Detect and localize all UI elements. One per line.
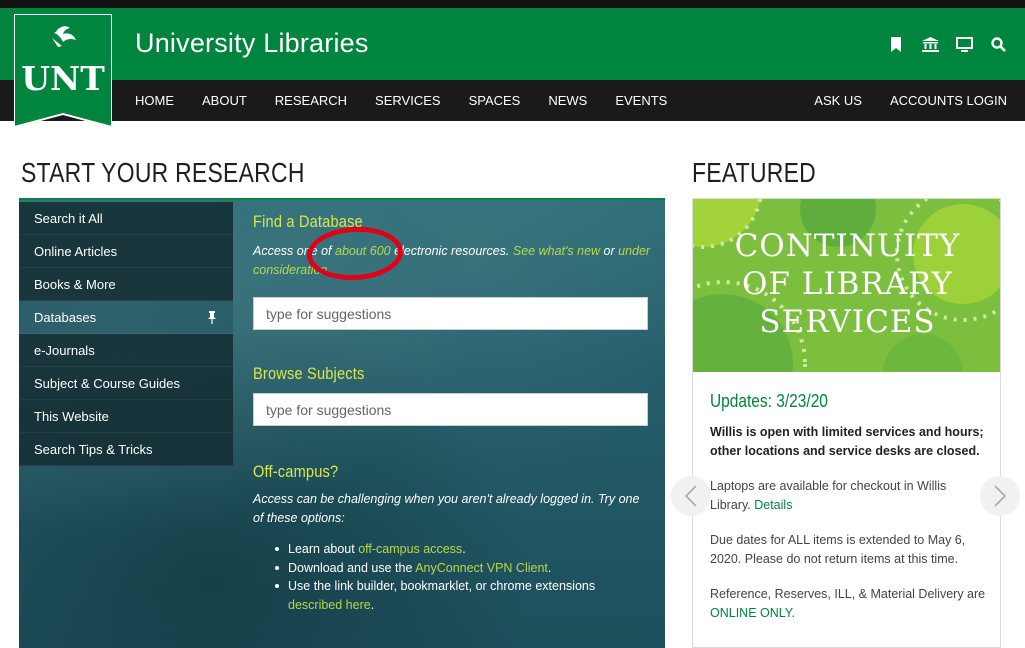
featured-laptops-text: Laptops are available for checkout in Wi…	[710, 477, 990, 514]
featured-card: CONTINUITY OF LIBRARY SERVICES Updates: …	[692, 198, 1001, 648]
side-item-e-journals[interactable]: e-Journals	[19, 334, 233, 367]
side-item-subject-course-guides[interactable]: Subject & Course Guides	[19, 367, 233, 400]
research-side-nav: Search it All Online Articles Books & Mo…	[19, 202, 233, 466]
side-item-search-it-all[interactable]: Search it All	[19, 202, 233, 235]
nav-item-ask-us[interactable]: ASK US	[800, 80, 876, 121]
subject-search-input[interactable]	[253, 393, 648, 426]
side-item-this-website[interactable]: This Website	[19, 400, 233, 433]
side-item-databases[interactable]: Databases	[19, 301, 233, 334]
featured-image-title: CONTINUITY OF LIBRARY SERVICES	[693, 227, 1000, 341]
described-here-link[interactable]: described here	[288, 598, 371, 612]
side-item-online-articles[interactable]: Online Articles	[19, 235, 233, 268]
browse-subjects-section: Browse Subjects	[253, 364, 653, 384]
nav-item-news[interactable]: NEWS	[534, 80, 601, 121]
monitor-icon[interactable]	[955, 35, 973, 53]
featured-image[interactable]: CONTINUITY OF LIBRARY SERVICES	[693, 199, 1000, 372]
pin-icon[interactable]	[207, 301, 217, 334]
option-vpn-text: Download and use the	[288, 560, 416, 575]
off-campus-heading: Off-campus?	[253, 462, 339, 481]
carousel-prev-button[interactable]	[671, 476, 711, 516]
off-campus-options: Learn about off-campus access. Download …	[271, 540, 631, 614]
option-link-builder-end: .	[370, 597, 375, 612]
featured-title-line-1: CONTINUITY	[734, 228, 961, 264]
option-link-builder: Use the link builder, bookmarklet, or ch…	[271, 577, 631, 614]
side-item-books-more[interactable]: Books & More	[19, 268, 233, 301]
featured-title-line-3: SERVICES	[759, 304, 936, 340]
top-strip	[0, 0, 1025, 8]
nav-right: ASK US ACCOUNTS LOGIN	[800, 80, 1021, 121]
whats-new-link[interactable]: See what's new	[513, 244, 600, 258]
research-heading: START YOUR RESEARCH	[21, 157, 305, 188]
option-learn-text: Learn about	[288, 542, 359, 556]
off-campus-access-link[interactable]: off-campus access	[358, 542, 462, 556]
featured-heading: FEATURED	[692, 157, 816, 188]
find-db-text-end: .	[327, 263, 331, 277]
side-item-databases-label: Databases	[34, 310, 97, 325]
option-link-builder-text: Use the link builder, bookmarklet, or ch…	[288, 579, 596, 593]
option-vpn: Download and use the AnyConnect VPN Clie…	[271, 559, 631, 578]
about-600-link[interactable]: about 600	[335, 244, 391, 258]
research-panel: Search it All Online Articles Books & Mo…	[19, 198, 665, 648]
nav-item-home[interactable]: HOME	[135, 80, 188, 121]
nav-item-spaces[interactable]: SPACES	[455, 80, 535, 121]
reference-text: Reference, Reserves, ILL, & Material Del…	[710, 587, 986, 601]
logo-text: UNT	[21, 59, 105, 98]
featured-reference-text: Reference, Reserves, ILL, & Material Del…	[710, 585, 990, 622]
option-vpn-end: .	[547, 560, 552, 575]
utility-icons	[887, 35, 1007, 53]
featured-update-title: Updates: 3/23/20	[710, 391, 828, 411]
nav-left: HOME ABOUT RESEARCH SERVICES SPACES NEWS…	[135, 80, 681, 121]
find-database-text: Access one of about 600 electronic resou…	[253, 242, 653, 280]
site-header: University Libraries	[0, 0, 1025, 80]
off-campus-text: Access can be challenging when you aren'…	[253, 492, 640, 525]
find-db-text-mid: electronic resources.	[390, 244, 513, 258]
bookmark-icon[interactable]	[887, 35, 905, 53]
find-database-section: Find a Database	[253, 212, 653, 232]
find-db-text-pre: Access one of	[253, 244, 335, 258]
laptops-text: Laptops are available for checkout in Wi…	[710, 479, 947, 512]
option-learn-end: .	[462, 542, 466, 556]
option-learn-about: Learn about off-campus access.	[271, 540, 631, 559]
institution-icon[interactable]	[921, 35, 939, 53]
featured-title-line-2: OF LIBRARY	[742, 266, 953, 302]
carousel-next-button[interactable]	[980, 476, 1020, 516]
browse-subjects-heading: Browse Subjects	[253, 364, 365, 383]
featured-due-dates-text: Due dates for ALL items is extended to M…	[710, 533, 966, 566]
site-title[interactable]: University Libraries	[135, 28, 369, 59]
nav-item-about[interactable]: ABOUT	[188, 80, 261, 121]
main-nav: HOME ABOUT RESEARCH SERVICES SPACES NEWS…	[0, 80, 1025, 121]
anyconnect-vpn-link[interactable]: AnyConnect VPN Client	[415, 561, 548, 575]
find-db-text-or: or	[600, 244, 619, 258]
panel-topline	[19, 198, 665, 200]
find-database-heading: Find a Database	[253, 212, 363, 231]
featured-notice: Willis is open with limited services and…	[710, 425, 984, 458]
nav-item-events[interactable]: EVENTS	[601, 80, 681, 121]
chevron-right-icon	[994, 485, 1007, 507]
chevron-left-icon	[684, 485, 697, 507]
featured-body: Willis is open with limited services and…	[710, 423, 990, 639]
side-item-search-tips[interactable]: Search Tips & Tricks	[19, 433, 233, 466]
nav-item-services[interactable]: SERVICES	[361, 80, 455, 121]
unt-logo[interactable]: UNT	[13, 13, 113, 129]
nav-item-research[interactable]: RESEARCH	[261, 80, 361, 121]
online-only-link[interactable]: ONLINE ONLY	[710, 606, 792, 620]
details-link[interactable]: Details	[754, 498, 792, 512]
database-search-input[interactable]	[253, 297, 648, 330]
reference-end: .	[791, 605, 795, 620]
off-campus-section: Off-campus?	[253, 462, 653, 482]
nav-item-accounts-login[interactable]: ACCOUNTS LOGIN	[876, 80, 1021, 121]
search-icon[interactable]	[989, 35, 1007, 53]
